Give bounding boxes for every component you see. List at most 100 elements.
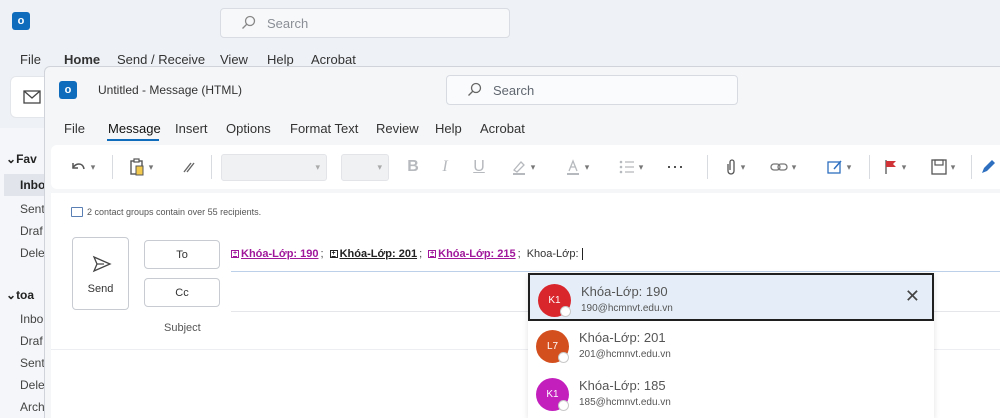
folder-archive[interactable]: Arch (20, 400, 45, 414)
contact-group-icon: + (329, 250, 338, 258)
save-icon (931, 159, 947, 175)
to-button[interactable]: To (144, 240, 220, 269)
compose-search-box[interactable]: Search (446, 75, 738, 105)
main-titlebar: o Search (0, 0, 1000, 44)
ellipsis-icon: ⋯ (666, 156, 684, 177)
info-bar-text: 2 contact groups contain over 55 recipie… (87, 207, 262, 217)
folder-sent[interactable]: Sent (20, 356, 45, 370)
folder-inbox-fav[interactable]: Inbo (20, 178, 45, 192)
compose-search-placeholder: Search (493, 83, 535, 98)
format-painter-button[interactable] (177, 153, 201, 181)
suggestion-item[interactable]: K1 Khóa-Lớp: 190 190@hcmnvt.edu.vn ✕ (528, 273, 934, 321)
to-field-underline (231, 271, 1000, 272)
tab-review[interactable]: Review (376, 121, 419, 136)
autocomplete-popup: K1 Khóa-Lớp: 190 190@hcmnvt.edu.vn ✕ L7 … (528, 273, 934, 418)
ribbon-toolbar: ▾ ▾ ▾ ▾ B I U ▾ ▾ ▾ ⋯ ▾ ▾ ▾ ▾ ▾ (51, 145, 1000, 189)
signature-button[interactable]: ▾ (819, 153, 859, 181)
ribbon-separator (869, 155, 870, 179)
contact-group-icon: + (428, 250, 437, 258)
main-menu-send-receive[interactable]: Send / Receive (117, 52, 205, 67)
tab-insert[interactable]: Insert (175, 121, 208, 136)
send-icon (92, 255, 112, 273)
font-size-dropdown[interactable]: ▾ (341, 154, 389, 181)
suggestion-email: 190@hcmnvt.edu.vn (581, 303, 673, 314)
new-mail-button[interactable] (10, 76, 46, 118)
outlook-logo-icon: o (59, 81, 77, 99)
main-menu-view[interactable]: View (220, 52, 248, 67)
recipient-label: Khóa-Lớp: 201 (339, 248, 418, 260)
highlighter-icon (512, 161, 525, 175)
font-color-icon (566, 159, 579, 175)
cc-button[interactable]: Cc (144, 278, 220, 307)
suggestion-name: Khóa-Lớp: 201 (579, 330, 666, 345)
bullet-list-icon (619, 160, 634, 174)
tab-file[interactable]: File (64, 121, 85, 136)
paperclip-icon (727, 159, 735, 175)
folder-deleted[interactable]: Dele (20, 378, 45, 392)
more-options-button[interactable]: ⋯ (663, 153, 687, 181)
active-tab-indicator (107, 139, 159, 141)
tab-message[interactable]: Message (108, 121, 161, 136)
presence-indicator (560, 306, 571, 317)
main-menu-acrobat[interactable]: Acrobat (311, 52, 356, 67)
tab-options[interactable]: Options (226, 121, 271, 136)
font-color-button[interactable]: ▾ (557, 153, 597, 181)
suggestion-item[interactable]: K1 Khóa-Lớp: 185 185@hcmnvt.edu.vn (528, 369, 934, 417)
folder-pane: ⌄Fav Inbo Sent Draf Dele ⌄toa Inbo Draf … (0, 128, 45, 418)
pen-icon (982, 160, 995, 173)
folder-inbox[interactable]: Inbo (20, 312, 43, 326)
recipient-label: Khóa-Lớp: 215 (438, 248, 516, 260)
to-typed-text: Khoa-Lớp: (526, 248, 579, 260)
close-icon[interactable]: ✕ (905, 286, 920, 306)
italic-button[interactable]: I (435, 153, 455, 181)
follow-up-flag-button[interactable]: ▾ (875, 153, 915, 181)
chevron-down-icon: ▾ (377, 162, 382, 172)
font-family-dropdown[interactable]: ▾ (221, 154, 327, 181)
to-field[interactable]: + Khóa-Lớp: 190; + Khóa-Lớp: 201; + Khóa-Lớ… (231, 248, 583, 260)
tab-help[interactable]: Help (435, 121, 462, 136)
main-menu-help[interactable]: Help (267, 52, 294, 67)
send-label: Send (87, 283, 114, 295)
paste-icon (130, 158, 144, 176)
undo-button[interactable]: ▾ (61, 153, 103, 181)
undo-icon (71, 163, 85, 170)
main-menu-home[interactable]: Home (64, 52, 100, 67)
search-icon (468, 82, 482, 96)
sensitivity-button[interactable]: ▾ (923, 153, 963, 181)
recipient-chip[interactable]: + Khóa-Lớp: 201 (329, 248, 418, 260)
suggestion-name: Khóa-Lớp: 190 (581, 284, 668, 299)
flag-icon (885, 160, 896, 174)
account-header[interactable]: ⌄toa (6, 288, 34, 302)
editor-button[interactable] (977, 153, 999, 181)
folder-drafts-fav[interactable]: Draf (20, 224, 43, 238)
folder-drafts[interactable]: Draf (20, 334, 43, 348)
favorites-header[interactable]: ⌄Fav (6, 152, 37, 166)
contact-group-icon (71, 207, 83, 217)
send-button[interactable]: Send (72, 237, 129, 310)
mail-icon (23, 90, 41, 104)
main-search-box[interactable]: Search (220, 8, 510, 38)
tab-format-text[interactable]: Format Text (290, 121, 358, 136)
attach-file-button[interactable]: ▾ (715, 153, 755, 181)
bold-button[interactable]: B (403, 153, 423, 181)
folder-deleted-fav[interactable]: Dele (20, 246, 45, 260)
link-button[interactable]: ▾ (763, 153, 803, 181)
folder-sent-fav[interactable]: Sent (20, 202, 45, 216)
bullets-button[interactable]: ▾ (611, 153, 651, 181)
text-cursor (581, 248, 583, 260)
main-menu-file[interactable]: File (20, 52, 41, 67)
tab-acrobat[interactable]: Acrobat (480, 121, 525, 136)
ribbon-separator (112, 155, 113, 179)
suggestion-item[interactable]: L7 Khóa-Lớp: 201 201@hcmnvt.edu.vn (528, 321, 934, 369)
contact-group-icon: + (231, 250, 239, 258)
presence-indicator (558, 352, 569, 363)
highlight-button[interactable]: ▾ (501, 153, 545, 181)
recipient-label: Khóa-Lớp: 190 (241, 248, 319, 260)
outlook-logo-icon: o (12, 12, 30, 30)
paste-button[interactable]: ▾ (121, 153, 161, 181)
ribbon-tabs: File Message Insert Options Format Text … (45, 119, 1000, 141)
underline-button[interactable]: U (469, 153, 489, 181)
format-painter-icon (183, 162, 195, 173)
recipient-chip[interactable]: + Khóa-Lớp: 215 (428, 248, 516, 260)
recipient-chip[interactable]: + Khóa-Lớp: 190 (231, 248, 319, 260)
